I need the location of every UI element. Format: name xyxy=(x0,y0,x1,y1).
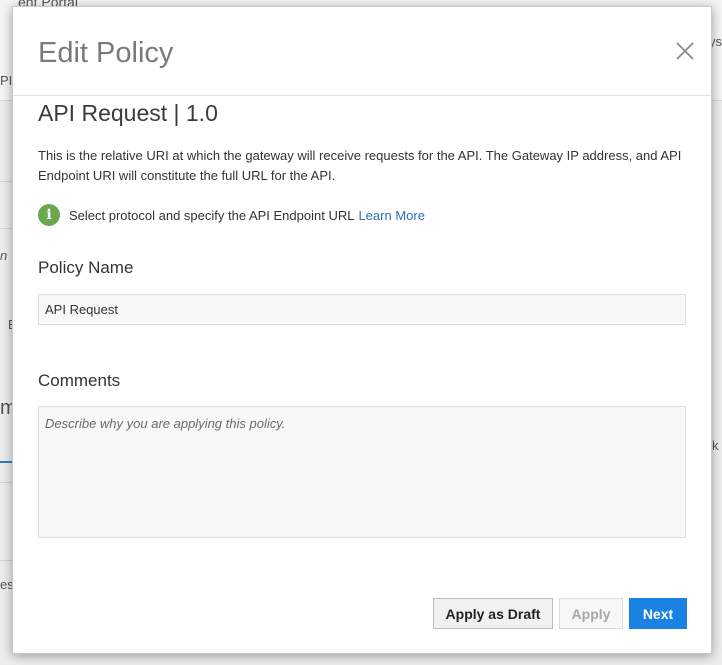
background-text-fragment: n xyxy=(0,248,8,263)
policy-description: This is the relative URI at which the ga… xyxy=(38,148,682,183)
dialog-title: Edit Policy xyxy=(38,37,174,69)
learn-more-link[interactable]: Learn More xyxy=(358,208,424,223)
comments-textarea[interactable] xyxy=(38,406,686,538)
background-text-fragment: PI xyxy=(0,73,13,88)
background-divider xyxy=(0,560,12,561)
policy-name-input[interactable] xyxy=(38,294,686,325)
background-divider xyxy=(0,482,12,483)
info-text: Select protocol and specify the API Endp… xyxy=(69,207,355,223)
background-tab-indicator xyxy=(0,461,12,463)
info-icon: i xyxy=(38,204,60,226)
background-divider xyxy=(0,181,12,182)
edit-policy-dialog: Edit Policy API Request | 1.0 This is th… xyxy=(12,6,712,654)
background-text-fragment: k xyxy=(712,438,719,453)
apply-as-draft-button[interactable]: Apply as Draft xyxy=(433,598,553,629)
background-divider xyxy=(0,228,12,229)
info-message: i Select protocol and specify the API En… xyxy=(38,203,425,227)
header-divider xyxy=(13,95,711,96)
comments-label: Comments xyxy=(38,371,121,390)
close-icon[interactable] xyxy=(673,39,697,63)
apply-button[interactable]: Apply xyxy=(559,598,623,629)
policy-name-label: Policy Name xyxy=(38,258,134,277)
next-button[interactable]: Next xyxy=(629,598,687,629)
policy-heading: API Request | 1.0 xyxy=(38,100,218,126)
